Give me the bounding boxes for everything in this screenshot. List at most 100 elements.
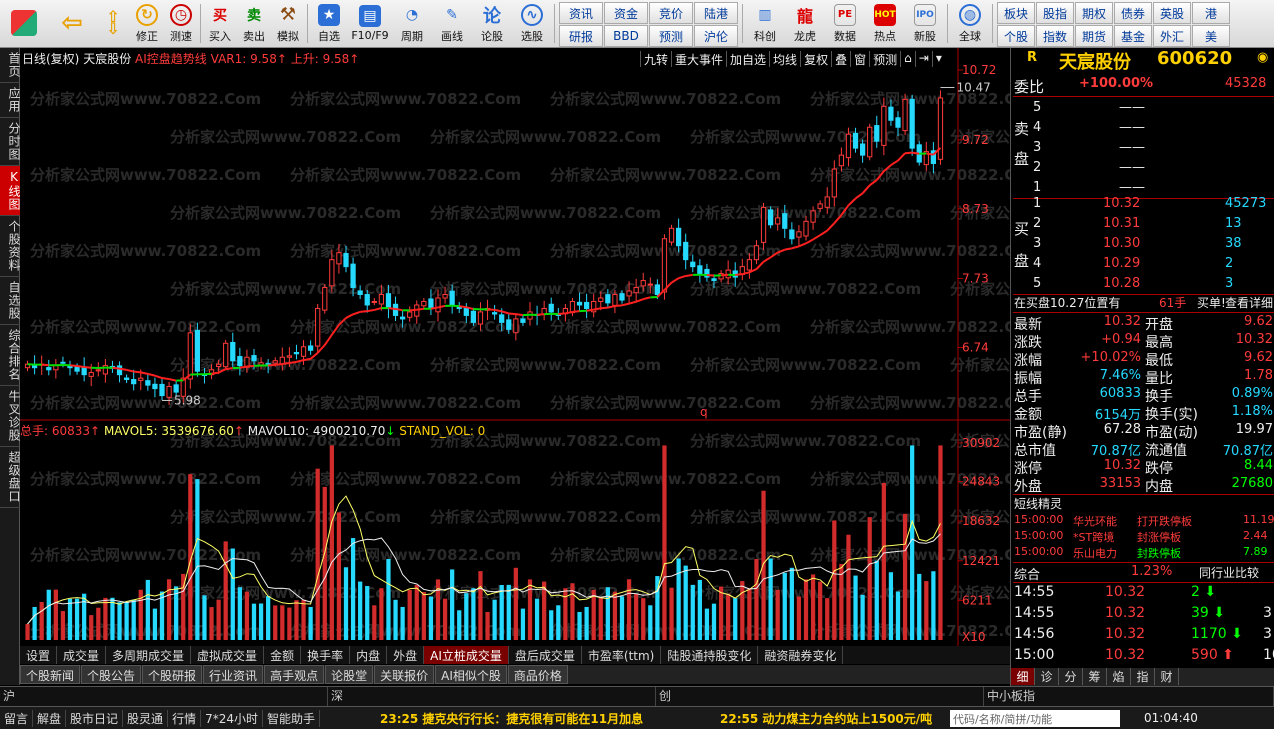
- news-tab[interactable]: 商品价格: [507, 665, 568, 684]
- volume-bar[interactable]: [810, 574, 816, 640]
- candle-body[interactable]: [223, 342, 229, 368]
- candle-body[interactable]: [60, 361, 66, 364]
- volume-bar[interactable]: [46, 589, 51, 640]
- volume-bar[interactable]: [591, 589, 596, 640]
- volume-bar[interactable]: [641, 598, 646, 640]
- candle-body[interactable]: [364, 294, 370, 306]
- kline-chart-area[interactable]: 分析家公式网www.70822.Com 分析家公式网www.70822.Com 分析…: [20, 48, 1010, 646]
- volume-bar[interactable]: [25, 624, 30, 640]
- settings-icon[interactable]: ◉: [1257, 50, 1268, 65]
- candle-body[interactable]: [138, 377, 144, 381]
- indicator-tab[interactable]: 虚拟成交量: [191, 646, 265, 664]
- chart-tool-adjust[interactable]: 复权: [800, 51, 831, 67]
- volume-bar[interactable]: [626, 579, 632, 640]
- candle-body[interactable]: [145, 380, 151, 386]
- volume-bar[interactable]: [407, 589, 412, 640]
- volume-bar[interactable]: [789, 567, 794, 640]
- grid-item-uk-stocks[interactable]: 英股: [1153, 2, 1191, 24]
- quote-bottom-tab[interactable]: 筹: [1083, 668, 1107, 685]
- volume-bar[interactable]: [619, 596, 625, 640]
- status-analysis[interactable]: 解盘: [33, 709, 67, 727]
- candle-body[interactable]: [796, 231, 802, 238]
- volume-bar[interactable]: [322, 486, 327, 640]
- fix-button[interactable]: ↻ 修正: [130, 0, 164, 47]
- volume-bar[interactable]: [718, 586, 724, 640]
- volume-bar[interactable]: [676, 558, 681, 640]
- sell-row[interactable]: 3 ——: [1011, 140, 1274, 158]
- candle-body[interactable]: [888, 106, 894, 121]
- volume-bar[interactable]: [457, 610, 462, 640]
- buy-row[interactable]: 2 10.31 13: [1011, 216, 1274, 234]
- simulate-button[interactable]: ⚒ 模拟: [271, 0, 305, 47]
- volume-bar[interactable]: [53, 589, 58, 640]
- candle-body[interactable]: [315, 307, 321, 347]
- candle-body[interactable]: [123, 377, 130, 381]
- volume-bar[interactable]: [428, 596, 434, 640]
- volume-bar[interactable]: [152, 608, 158, 640]
- candle-body[interactable]: [194, 329, 201, 372]
- volume-bar[interactable]: [145, 579, 150, 640]
- grid-item-forecast[interactable]: 预测: [649, 25, 693, 47]
- chart-tool-events[interactable]: 重大事件: [671, 51, 726, 67]
- sidebar-tab-watchlist[interactable]: 自选股: [0, 277, 21, 325]
- quote-bottom-tab[interactable]: 指: [1131, 668, 1155, 685]
- candle-body[interactable]: [881, 105, 887, 146]
- volume-bar[interactable]: [895, 591, 901, 640]
- volume-bar[interactable]: [917, 573, 922, 640]
- candle-body[interactable]: [230, 341, 236, 362]
- hotspot-button[interactable]: HOT 热点: [865, 0, 905, 47]
- volume-bar[interactable]: [74, 598, 80, 640]
- quote-bottom-tab[interactable]: 财: [1155, 668, 1179, 685]
- volume-bar[interactable]: [421, 592, 426, 640]
- grid-item-research[interactable]: 研报: [559, 25, 603, 47]
- volume-bar[interactable]: [159, 591, 165, 640]
- buy-row[interactable]: 1 10.32 45273: [1011, 196, 1274, 214]
- elf-name[interactable]: 乐山电力: [1073, 545, 1117, 561]
- indicator-tab[interactable]: 多周期成交量: [106, 646, 192, 664]
- candle-body[interactable]: [322, 287, 328, 311]
- volume-bar[interactable]: [336, 512, 342, 640]
- candle-body[interactable]: [159, 383, 165, 397]
- candle-body[interactable]: [350, 263, 356, 289]
- collapse-icon[interactable]: ⇥: [914, 51, 932, 67]
- sell-row[interactable]: 5 ——: [1011, 100, 1274, 118]
- volume-bar[interactable]: [910, 445, 915, 640]
- volume-bar[interactable]: [166, 579, 172, 640]
- elf-name[interactable]: *ST跨境: [1073, 529, 1114, 545]
- volume-bar[interactable]: [881, 482, 886, 640]
- volume-bar[interactable]: [733, 598, 738, 640]
- status-message[interactable]: 留言: [0, 709, 34, 727]
- grid-item-options[interactable]: 期权: [1075, 2, 1113, 24]
- notice-link[interactable]: 查看详细: [1225, 294, 1273, 311]
- volume-bar[interactable]: [280, 605, 285, 640]
- volume-bar[interactable]: [358, 581, 363, 640]
- volume-bar[interactable]: [96, 607, 101, 640]
- forum-button[interactable]: 论论股: [472, 0, 512, 47]
- chart-indicator-name[interactable]: AI控盘趋势线: [135, 52, 207, 66]
- candle-body[interactable]: [407, 311, 413, 318]
- volume-bar[interactable]: [131, 599, 136, 640]
- status-assistant[interactable]: 智能助手: [263, 709, 320, 727]
- candle-body[interactable]: [237, 356, 243, 367]
- news-tab[interactable]: 个股研报: [142, 665, 203, 684]
- sidebar-tab-kline[interactable]: K线图: [0, 166, 21, 216]
- candle-body[interactable]: [697, 265, 703, 275]
- candle-body[interactable]: [838, 154, 845, 167]
- candle-body[interactable]: [789, 229, 795, 240]
- candle-body[interactable]: [499, 314, 505, 323]
- volume-bar[interactable]: [846, 534, 851, 640]
- volume-bar[interactable]: [478, 571, 483, 640]
- volume-bar[interactable]: [287, 607, 292, 640]
- volume-bar[interactable]: [740, 581, 745, 640]
- sidebar-tab-home[interactable]: 首页: [0, 48, 21, 83]
- candle-body[interactable]: [626, 290, 632, 297]
- candle-body[interactable]: [647, 283, 653, 286]
- volume-bar[interactable]: [924, 581, 929, 640]
- news-tab[interactable]: 关联报价: [374, 665, 435, 684]
- candle-body[interactable]: [88, 372, 94, 377]
- volume-bar[interactable]: [60, 611, 66, 640]
- quote-bottom-tab[interactable]: 细: [1011, 668, 1035, 685]
- candle-body[interactable]: [187, 332, 193, 380]
- candle-body[interactable]: [286, 355, 293, 358]
- buy-button[interactable]: 买买入: [203, 0, 237, 47]
